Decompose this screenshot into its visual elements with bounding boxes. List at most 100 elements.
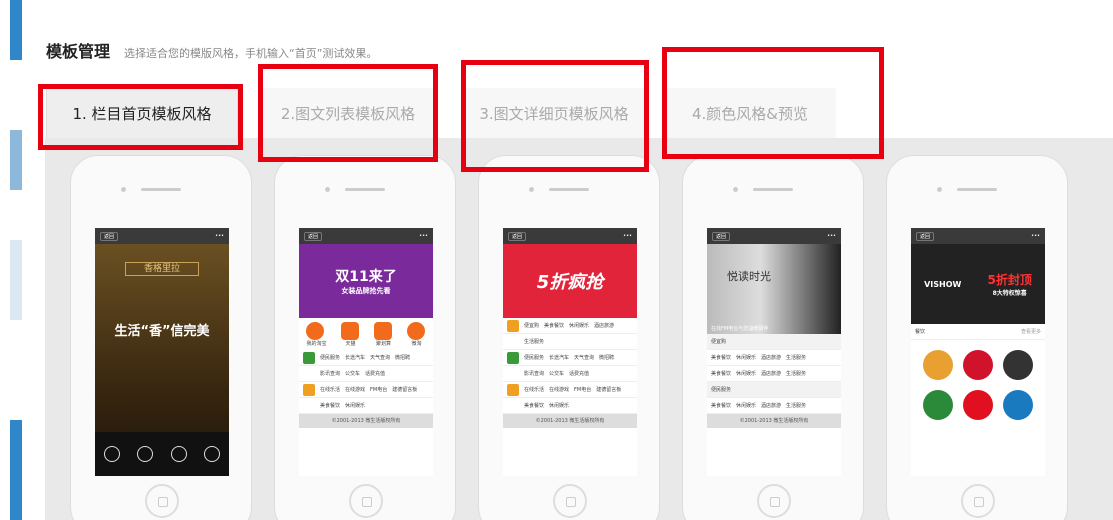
page-header: 模板管理 选择适合您的模版风格，手机输入“首页”测试效果。 [46,38,377,62]
home-button-icon [553,484,587,518]
template-phone-3[interactable]: 返回 ••• 5折疯抢 便宜购 美食餐饮 休闲娱乐 酒店旅游 生活服务 便民服务 长途汽车… [478,155,660,520]
row-cell: 天气查询 [370,355,391,361]
row-cell: 长途汽车 [345,355,366,361]
row-cell: 公交车 [345,371,361,377]
restaurant-logo-icon [923,390,954,420]
row-cell: 长途汽车 [549,355,570,361]
image-icon [137,446,154,462]
row-cell: 微招聘 [599,355,615,361]
icon-label: 我的淘宝 [306,340,327,347]
row-cell: 影讯查询 [524,371,545,377]
section-title: 便民服务 [711,387,732,393]
list-item: 生活服务 [503,334,637,350]
hero-caption: 在线FM电台与您温暖相伴 [711,326,769,332]
template-phone-5[interactable]: 返回 ••• VISHOW 5折封顶 8大特权惊喜 餐饮 查看更多 [886,155,1068,520]
row-cell: 生活服务 [524,339,545,345]
list-item: 便民服务 长途汽车 天气查询 微招聘 [299,350,433,366]
camera-icon [733,187,738,192]
banner-subtitle: 女装品牌抢先看 [341,287,391,295]
home-button-icon [961,484,995,518]
slogan: 生活“香”信完美 [114,324,210,339]
row-cell: 话费充值 [569,371,590,377]
row-cell: 酒店旅游 [761,355,782,361]
list-item: 美食餐饮 休闲娱乐 [503,398,637,414]
cart-icon [507,319,519,332]
row-cell: 酒店旅游 [761,371,782,377]
row-cell: 生活服务 [786,403,807,409]
phone-screen: 返回 ••• 香格里拉 生活“香”信完美 [95,228,229,476]
row-cell: 美食餐饮 [711,403,732,409]
restaurant-logo-icon [1002,350,1033,380]
speaker-icon [141,188,181,191]
row-cell: 美食餐饮 [711,355,732,361]
section-header: 便民服务 [707,382,841,398]
row-cell: 休闲娱乐 [736,403,757,409]
phone-screen: 返回 ••• 双11来了 女装品牌抢先看 我的淘宝 天猫 聚划算 微淘 便民服务长… [299,228,433,476]
row-cell: 休闲娱乐 [569,323,590,329]
list-item: 在线乐活 在线游戏 FM电台 建德留言板 [299,382,433,398]
restaurant-logo-icon [923,350,954,380]
phone-topbar: 返回 ••• [95,228,229,244]
template-phone-4[interactable]: 返回 ••• 悦读时光 在线FM电台与您温暖相伴 便宜购 美食餐饮 休闲娱乐 酒店旅游… [682,155,864,520]
camera-icon [121,187,126,192]
banner-title: 双11来了 [335,269,397,285]
row-cell: 影讯查询 [320,371,341,377]
quick-icons: 我的淘宝 天猫 聚划算 微淘 [299,318,433,350]
row-cell: 在线乐活 [320,387,341,393]
brand-logo: 香格里拉 [125,262,199,276]
home-button-icon [757,484,791,518]
row-cell: 话费充值 [365,371,386,377]
section-title: 便宜购 [711,339,727,345]
hero-photo: 悦读时光 在线FM电台与您温暖相伴 [707,244,841,334]
template-phone-2[interactable]: 返回 ••• 双11来了 女装品牌抢先看 我的淘宝 天猫 聚划算 微淘 便民服务长… [274,155,456,520]
row-cell: 微招聘 [395,355,411,361]
weitao-icon [407,321,426,340]
promo-subtitle: 8大特权惊喜 [992,290,1027,297]
promo-banner: 双11来了 女装品牌抢先看 [299,244,433,318]
back-button: 返回 [100,231,119,241]
row-cell: 酒店旅游 [594,323,615,329]
page-description: 选择适合您的模版风格，手机输入“首页”测试效果。 [124,47,378,60]
copyright: ©2001-2013 微生活版权所有 [503,414,637,428]
row-cell: 休闲娱乐 [736,355,757,361]
more-icon: ••• [623,233,632,239]
phone-screen: 返回 ••• VISHOW 5折封顶 8大特权惊喜 餐饮 查看更多 [911,228,1045,476]
brand-label: VISHOW [924,279,962,289]
speaker-icon [957,188,997,191]
bottom-nav [95,432,229,476]
list-item: 便宜购 美食餐饮 休闲娱乐 酒店旅游 [503,318,637,334]
food-icon [303,383,315,396]
camera-icon [529,187,534,192]
row-cell: 建德留言板 [596,387,622,393]
copyright: ©2001-2013 微生活版权所有 [707,414,841,428]
highlight-box [38,84,243,150]
highlight-box [662,47,884,159]
list-item: 便民服务 长途汽车 天气查询 微招聘 [503,350,637,366]
more-link: 查看更多 [1020,329,1041,335]
quick-icon: 天猫 [341,321,360,347]
list-item: 美食餐饮 休闲娱乐 酒店旅游 生活服务 [707,398,841,414]
more-icon: ••• [1031,233,1040,239]
highlight-box [258,64,438,162]
row-cell: 在线乐活 [524,387,545,393]
list-item: 美食餐饮 休闲娱乐 [299,398,433,414]
section-header: 便宜购 [707,334,841,350]
phone-screen: 返回 ••• 5折疯抢 便宜购 美食餐饮 休闲娱乐 酒店旅游 生活服务 便民服务 长途汽车… [503,228,637,476]
home-button-icon [145,484,179,518]
template-phone-1[interactable]: 返回 ••• 香格里拉 生活“香”信完美 [70,155,252,520]
quick-icon: 聚划算 [374,321,393,347]
phone-screen: 返回 ••• 悦读时光 在线FM电台与您温暖相伴 便宜购 美食餐饮 休闲娱乐 酒店旅游… [707,228,841,476]
row-cell: 休闲娱乐 [549,403,570,409]
service-icon [303,351,315,364]
quick-icon: 我的淘宝 [306,321,327,347]
highlight-box [461,60,649,172]
promo-title: 5折封顶 [987,273,1032,287]
food-icon [507,383,519,396]
taobao-icon [306,321,325,340]
building-icon [103,446,120,462]
back-button: 返回 [508,231,527,241]
juhuasuan-icon [374,321,393,340]
row-cell: 生活服务 [786,371,807,377]
row-cell: 在线游戏 [345,387,366,393]
copyright: ©2001-2013 微生活版权所有 [299,414,433,428]
